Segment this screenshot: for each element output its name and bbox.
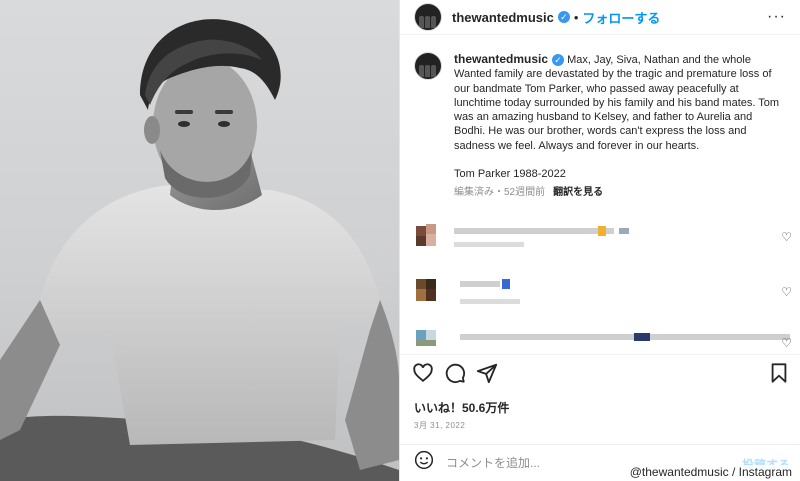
header-divider [400, 34, 800, 35]
actions-divider [400, 354, 800, 355]
username-link[interactable]: thewantedmusic [452, 10, 554, 25]
action-bar [412, 362, 790, 388]
heart-icon [413, 363, 433, 382]
save-button[interactable] [768, 362, 790, 389]
comment-like-icon[interactable]: ♡ [781, 285, 792, 299]
caption-username-link[interactable]: thewantedmusic [454, 52, 548, 66]
post-header: thewantedmusic ✓ • フォローする ··· [400, 0, 800, 34]
caption-text: Max, Jay, Siva, Nathan and the whole Wan… [454, 54, 780, 152]
portrait-image [0, 19, 399, 481]
emoji-blur [598, 226, 606, 236]
avatar[interactable] [414, 3, 442, 31]
edited-time: 編集済み・52週間前 [454, 187, 546, 199]
caption-verified-icon: ✓ [552, 54, 565, 66]
comment-like-icon[interactable]: ♡ [781, 230, 792, 244]
separator-dot: • [573, 9, 579, 25]
instagram-post: thewantedmusic ✓ • フォローする ··· thewantedm… [0, 0, 800, 481]
more-options-icon[interactable]: ··· [767, 8, 786, 26]
like-button[interactable] [412, 362, 434, 389]
emoji-blur [619, 228, 629, 234]
caption-body: thewantedmusic ✓ Max, Jay, Siva, Nathan a… [454, 52, 786, 201]
comment-avatar[interactable] [414, 222, 438, 248]
comment-meta-blur [454, 242, 524, 247]
share-icon [476, 363, 498, 384]
comment-avatar[interactable] [414, 330, 438, 356]
comment-meta-blur [460, 299, 520, 304]
comment-text-blur [460, 334, 790, 340]
comment-avatar[interactable] [414, 277, 438, 303]
caption-meta: 編集済み・52週間前 翻訳を見る [454, 186, 786, 200]
verified-badge-icon: ✓ [557, 11, 570, 23]
comment-button[interactable] [444, 362, 466, 389]
emoji-button[interactable] [414, 450, 434, 475]
post-photo[interactable] [0, 0, 399, 481]
caption: thewantedmusic ✓ Max, Jay, Siva, Nathan a… [414, 52, 786, 201]
comment-text-blur [454, 228, 614, 234]
image-credit: @thewantedmusic / Instagram [627, 465, 794, 479]
comment-text-blur [460, 281, 500, 287]
comment-item[interactable]: ♡ [414, 277, 794, 311]
like-count[interactable]: いいね！50.6万件 [414, 399, 509, 416]
post-panel: thewantedmusic ✓ • フォローする ··· thewantedm… [400, 0, 800, 481]
comment-input[interactable]: コメントを追加... [446, 454, 540, 471]
comment-item[interactable]: ♡ [414, 222, 794, 256]
caption-signature: Tom Parker 1988-2022 [454, 168, 566, 181]
post-date[interactable]: 3月 31, 2022 [414, 420, 465, 431]
follow-button[interactable]: フォローする [582, 8, 660, 27]
comment-like-icon[interactable]: ♡ [781, 336, 792, 350]
comment-icon [445, 363, 466, 384]
translate-link[interactable]: 翻訳を見る [553, 187, 603, 198]
emoji-icon [414, 450, 434, 470]
emoji-blur [502, 279, 510, 289]
caption-avatar[interactable] [414, 52, 442, 80]
comment-item[interactable]: ♡ [414, 330, 794, 364]
emoji-blur [634, 333, 650, 341]
share-button[interactable] [476, 362, 498, 389]
bookmark-icon [771, 363, 787, 383]
